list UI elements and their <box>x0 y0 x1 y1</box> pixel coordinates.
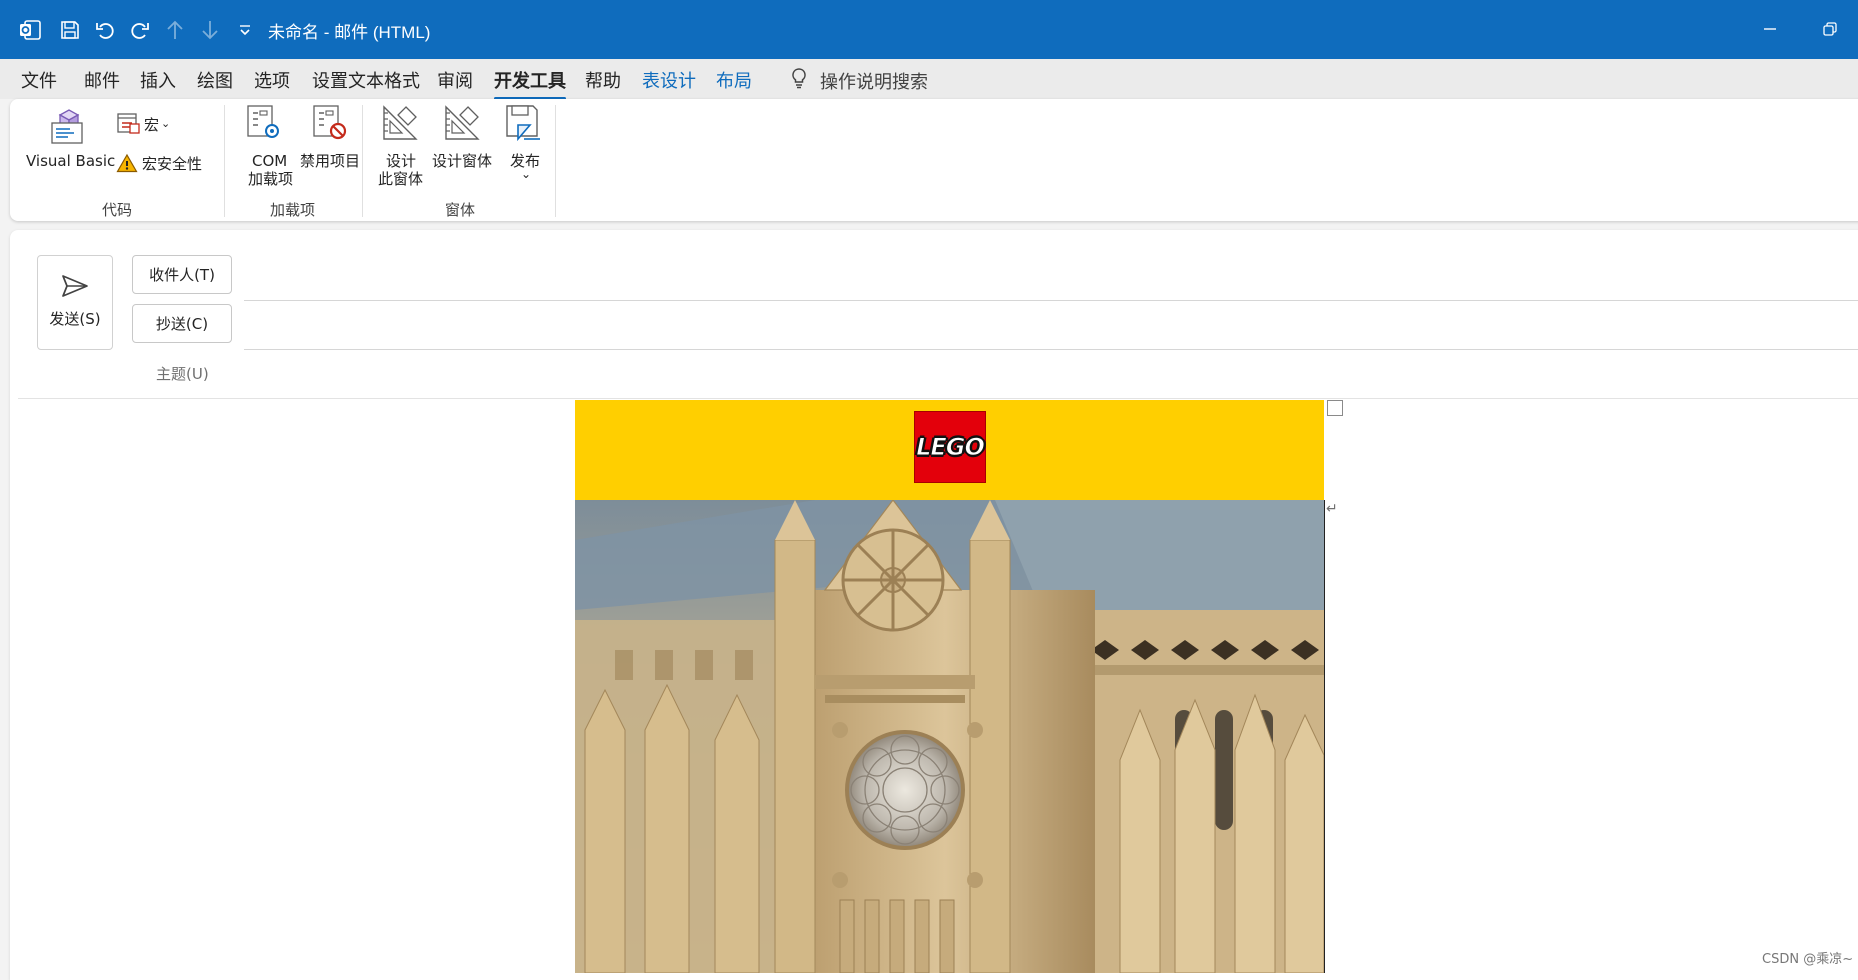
minimize-icon[interactable] <box>1750 14 1790 44</box>
outlook-icon[interactable] <box>16 16 44 44</box>
ribbon-tabs: 文件 邮件 插入 绘图 选项 设置文本格式 审阅 开发工具 帮助 表设计 布局 … <box>0 59 1858 100</box>
publish-icon <box>504 103 544 148</box>
design-form-icon <box>380 103 420 148</box>
visual-basic-icon <box>46 105 90 150</box>
tab-draw[interactable]: 绘图 <box>197 67 233 93</box>
redo-icon[interactable] <box>126 16 154 44</box>
hero-image[interactable] <box>575 500 1325 973</box>
group-separator <box>362 105 363 217</box>
send-icon <box>60 273 90 304</box>
tab-developer[interactable]: 开发工具 <box>494 67 566 100</box>
to-button[interactable]: 收件人(T) <box>132 255 232 294</box>
macros-label: 宏 <box>144 116 160 134</box>
window-title: 未命名 - 邮件 (HTML) <box>268 23 431 42</box>
group-forms-label: 窗体 <box>445 201 476 219</box>
brand-header-banner: LEGO <box>575 400 1324 500</box>
chevron-down-icon: ⌄ <box>161 117 171 130</box>
tell-me-search[interactable]: 操作说明搜索 <box>790 67 928 94</box>
group-code-label: 代码 <box>102 201 133 219</box>
com-addins-label-1: COM <box>252 152 288 170</box>
visual-basic-button[interactable]: Visual Basic <box>24 103 116 173</box>
send-label: 发送(S) <box>49 310 101 328</box>
lego-logo-text: LEGO <box>916 433 986 462</box>
cathedral-model-image <box>575 500 1324 973</box>
design-form-label: 设计窗体 <box>432 152 493 170</box>
tab-help[interactable]: 帮助 <box>585 67 621 93</box>
title-bar: 未命名 - 邮件 (HTML) <box>0 0 1858 59</box>
group-separator <box>224 105 225 217</box>
tab-table-design[interactable]: 表设计 <box>642 67 696 93</box>
table-resize-handle[interactable] <box>1327 400 1343 416</box>
macro-security-button[interactable]: 宏安全性 <box>116 151 216 181</box>
cc-field[interactable] <box>244 349 1858 350</box>
tab-file[interactable]: 文件 <box>21 67 57 93</box>
subject-label: 主题(U) <box>156 365 209 383</box>
tab-options[interactable]: 选项 <box>254 67 290 93</box>
design-this-form-label-1: 设计 <box>386 152 417 170</box>
undo-icon[interactable] <box>91 16 119 44</box>
publish-button[interactable]: 发布 ⌄ <box>500 103 550 188</box>
to-field[interactable] <box>244 300 1858 301</box>
design-form-icon <box>442 103 482 148</box>
tab-insert[interactable]: 插入 <box>140 67 176 93</box>
macros-button[interactable]: 宏 ⌄ <box>116 111 186 141</box>
design-form-button[interactable]: 设计窗体 <box>430 103 496 173</box>
tab-layout[interactable]: 布局 <box>716 67 752 93</box>
warning-icon <box>116 153 138 178</box>
group-separator <box>555 105 556 217</box>
paragraph-mark: ↵ <box>1326 500 1338 516</box>
developer-ribbon: Visual Basic 宏 ⌄ 宏安全性 代码 COM 加载项 禁用项目 加载… <box>10 99 1858 221</box>
disabled-items-button[interactable]: 禁用项目 <box>298 103 364 173</box>
chevron-down-icon: ⌄ <box>521 167 532 181</box>
arrow-down-icon[interactable] <box>196 16 224 44</box>
com-addins-icon <box>244 103 284 148</box>
disabled-items-icon <box>310 103 350 148</box>
customize-icon[interactable] <box>231 16 259 44</box>
watermark: CSDN @乘凉~ <box>1762 952 1854 967</box>
tab-message[interactable]: 邮件 <box>84 67 120 93</box>
macro-security-label: 宏安全性 <box>142 155 203 173</box>
tab-format-text[interactable]: 设置文本格式 <box>312 67 420 93</box>
macros-icon <box>116 111 142 140</box>
cc-button[interactable]: 抄送(C) <box>132 304 232 343</box>
subject-field[interactable] <box>18 398 1858 399</box>
arrow-up-icon[interactable] <box>161 16 189 44</box>
save-icon[interactable] <box>56 16 84 44</box>
tell-me-label: 操作说明搜索 <box>820 71 928 93</box>
group-addins-label: 加载项 <box>270 201 316 219</box>
com-addins-button[interactable]: COM 加载项 <box>236 103 294 188</box>
design-this-form-button[interactable]: 设计 此窗体 <box>374 103 428 188</box>
tab-review[interactable]: 审阅 <box>437 67 473 93</box>
disabled-items-label: 禁用项目 <box>300 152 361 170</box>
lego-logo: LEGO <box>914 411 986 483</box>
lightbulb-icon <box>790 67 808 94</box>
send-button[interactable]: 发送(S) <box>37 255 113 350</box>
visual-basic-label: Visual Basic <box>26 152 116 170</box>
restore-icon[interactable] <box>1810 14 1850 44</box>
com-addins-label-2: 加载项 <box>248 170 294 188</box>
design-this-form-label-2: 此窗体 <box>378 170 424 188</box>
